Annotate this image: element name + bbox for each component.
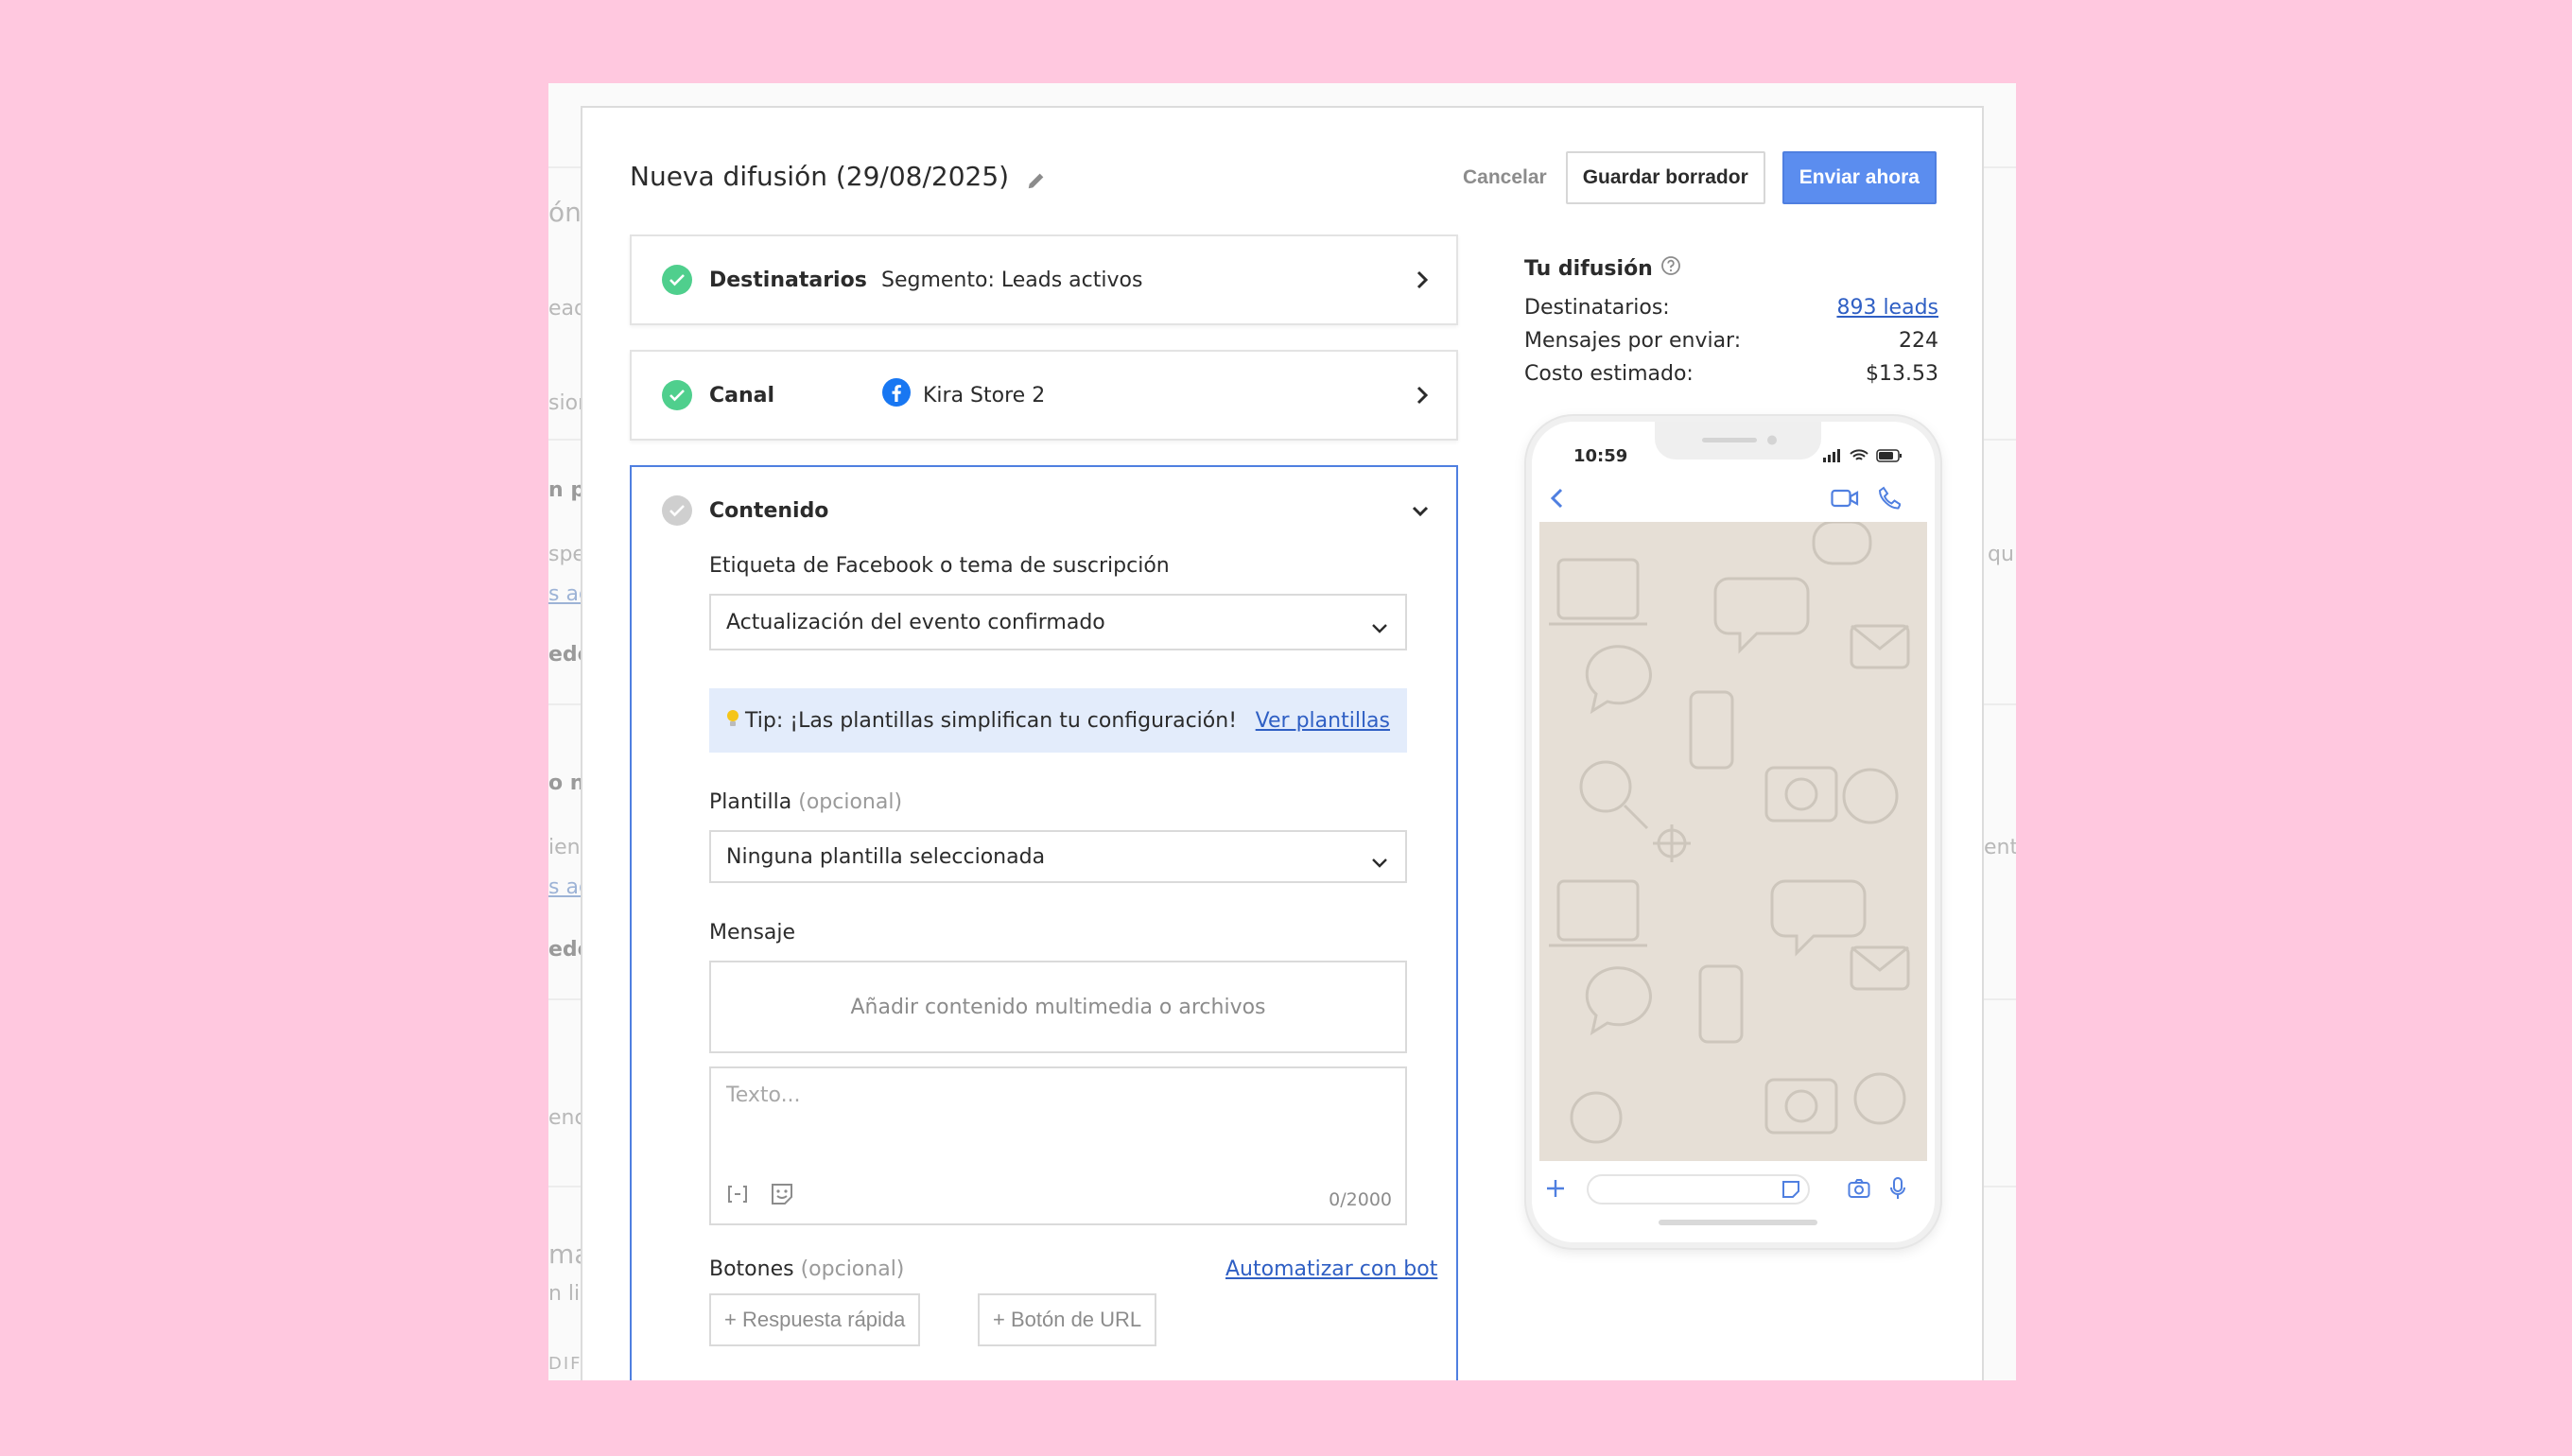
facebook-icon xyxy=(881,377,912,413)
template-select[interactable]: Ninguna plantilla seleccionada xyxy=(709,830,1407,883)
save-draft-button[interactable]: Guardar borrador xyxy=(1565,151,1765,204)
summary-label: Costo estimado: xyxy=(1524,362,1694,386)
broadcast-summary: Tu difusión Destinatarios: 893 leads Men… xyxy=(1524,255,1938,390)
summary-value: $13.53 xyxy=(1866,362,1938,386)
template-label: Plantilla (opcional) xyxy=(709,790,902,814)
broadcast-modal: Nueva difusión (29/08/2025) Cancelar Gua… xyxy=(581,106,1984,1380)
summary-row-recipients: Destinatarios: 893 leads xyxy=(1524,291,1938,324)
tag-select[interactable]: Actualización del evento confirmado xyxy=(709,594,1407,650)
variable-icon[interactable] xyxy=(726,1184,749,1208)
home-indicator xyxy=(1659,1220,1817,1225)
phone-preview: 10:59 xyxy=(1526,416,1940,1248)
chevron-right-icon xyxy=(1415,385,1430,406)
content-body: Etiqueta de Facebook o tema de suscripci… xyxy=(632,554,1456,1380)
chevron-down-icon xyxy=(1371,616,1388,633)
automate-bot-link[interactable]: Automatizar con bot xyxy=(1225,1257,1437,1281)
tag-label: Etiqueta de Facebook o tema de suscripci… xyxy=(709,554,1170,578)
url-button[interactable]: + Botón de URL xyxy=(978,1293,1157,1346)
phone-notch xyxy=(1655,422,1821,459)
bg-fragment: ón xyxy=(548,197,582,228)
summary-label: Destinatarios: xyxy=(1524,296,1670,320)
lightbulb-icon xyxy=(726,709,739,733)
wifi-icon xyxy=(1850,448,1868,466)
help-icon[interactable] xyxy=(1660,255,1681,282)
check-icon xyxy=(662,380,692,410)
view-templates-link[interactable]: Ver plantillas xyxy=(1256,709,1390,733)
step-label: Contenido xyxy=(709,498,829,523)
media-upload[interactable]: Añadir contenido multimedia o archivos xyxy=(709,961,1407,1053)
phone-status-bar: 10:59 xyxy=(1532,422,1935,475)
phone-time: 10:59 xyxy=(1573,446,1628,466)
sticker-icon[interactable] xyxy=(1781,1180,1800,1203)
template-label-text: Plantilla xyxy=(709,790,792,814)
char-counter: 0/2000 xyxy=(1329,1189,1392,1210)
summary-title-text: Tu difusión xyxy=(1524,256,1653,281)
summary-label: Mensajes por enviar: xyxy=(1524,329,1742,353)
modal-title: Nueva difusión (29/08/2025) xyxy=(630,161,1047,192)
buttons-label: Botones (opcional) xyxy=(709,1257,904,1281)
wallpaper-pattern xyxy=(1549,522,1910,1144)
text-placeholder: Texto... xyxy=(726,1083,801,1107)
chat-input-bar xyxy=(1532,1165,1935,1216)
step-content: Contenido Etiqueta de Facebook o tema de… xyxy=(630,465,1458,1380)
tip-banner: Tip: ¡Las plantillas simplifican tu conf… xyxy=(709,688,1407,753)
check-icon xyxy=(662,495,692,526)
summary-row-cost: Costo estimado: $13.53 xyxy=(1524,357,1938,390)
bg-fragment: qu xyxy=(1988,543,2014,566)
phone-icon[interactable] xyxy=(1878,486,1902,514)
signal-icon xyxy=(1823,448,1842,466)
chevron-down-icon xyxy=(1371,851,1388,868)
header-actions: Cancelar Guardar borrador Enviar ahora xyxy=(1463,151,1937,204)
template-optional: (opcional) xyxy=(798,790,903,814)
summary-title: Tu difusión xyxy=(1524,255,1938,282)
sticker-icon[interactable] xyxy=(770,1182,794,1210)
video-icon[interactable] xyxy=(1831,488,1859,512)
phone-status-icons xyxy=(1823,448,1903,466)
camera-icon[interactable] xyxy=(1848,1178,1870,1203)
buttons-label-text: Botones xyxy=(709,1257,794,1281)
step-content-header[interactable]: Contenido xyxy=(632,467,1456,554)
chat-wallpaper xyxy=(1539,522,1927,1161)
check-icon xyxy=(662,265,692,295)
channel-name: Kira Store 2 xyxy=(923,383,1046,407)
bg-fragment: ent xyxy=(1984,836,2016,859)
tag-select-value: Actualización del evento confirmado xyxy=(726,610,1105,634)
recipients-link[interactable]: 893 leads xyxy=(1836,296,1938,320)
message-label: Mensaje xyxy=(709,921,796,945)
step-value: Segmento: Leads activos xyxy=(881,268,1143,292)
mic-icon[interactable] xyxy=(1889,1176,1906,1205)
chevron-right-icon xyxy=(1415,269,1430,290)
plus-icon[interactable] xyxy=(1545,1178,1566,1203)
template-select-value: Ninguna plantilla seleccionada xyxy=(726,844,1046,869)
step-recipients[interactable]: Destinatarios Segmento: Leads activos xyxy=(630,234,1458,325)
step-value: Kira Store 2 xyxy=(881,377,1045,413)
summary-value: 224 xyxy=(1899,329,1938,353)
battery-icon xyxy=(1876,448,1903,466)
send-now-button[interactable]: Enviar ahora xyxy=(1781,151,1937,204)
cancel-button[interactable]: Cancelar xyxy=(1463,166,1547,189)
step-channel[interactable]: Canal Kira Store 2 xyxy=(630,350,1458,441)
back-icon[interactable] xyxy=(1549,486,1566,514)
chat-text-input[interactable] xyxy=(1587,1174,1810,1205)
tip-text: Tip: ¡Las plantillas simplifican tu conf… xyxy=(745,708,1238,733)
modal-title-text: Nueva difusión (29/08/2025) xyxy=(630,161,1010,192)
step-label: Canal xyxy=(709,383,775,407)
chevron-down-icon xyxy=(1411,504,1430,517)
summary-row-messages: Mensajes por enviar: 224 xyxy=(1524,324,1938,357)
message-textarea[interactable]: Texto... 0/2000 xyxy=(709,1066,1407,1225)
quick-reply-button[interactable]: + Respuesta rápida xyxy=(709,1293,921,1346)
buttons-optional: (opcional) xyxy=(800,1257,905,1281)
step-label: Destinatarios xyxy=(709,268,867,292)
pencil-icon[interactable] xyxy=(1026,166,1047,188)
chat-app-bar xyxy=(1532,478,1935,520)
